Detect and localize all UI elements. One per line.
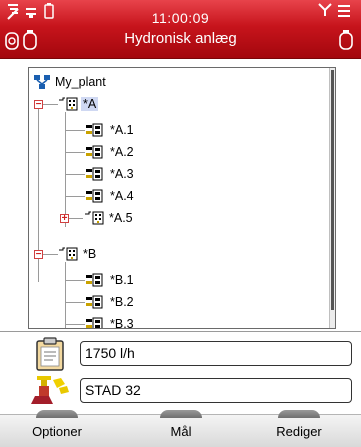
tree-connector bbox=[65, 262, 66, 328]
valve-icon bbox=[86, 166, 106, 182]
valve-icon bbox=[86, 188, 106, 204]
tree-connector bbox=[65, 130, 85, 131]
softkey-options[interactable]: Optioner bbox=[10, 424, 104, 439]
tree-node-valve[interactable]: *A.4 bbox=[86, 185, 136, 207]
tree-node-valve[interactable]: *B.3 bbox=[86, 313, 136, 329]
valve-icon bbox=[86, 294, 106, 310]
plant-icon bbox=[33, 74, 51, 90]
page-title: Hydronisk anlæg bbox=[124, 30, 237, 47]
tree-root-label: My_plant bbox=[55, 75, 106, 89]
softkey-tab bbox=[278, 410, 320, 418]
tree-connector bbox=[65, 152, 85, 153]
softkey-target[interactable]: Mål bbox=[134, 424, 228, 439]
tree-node-label: *A.1 bbox=[110, 123, 134, 137]
group-icon bbox=[59, 246, 79, 262]
tree-node-label: *A.4 bbox=[110, 189, 134, 203]
scrollbar-thumb[interactable] bbox=[331, 70, 334, 310]
tree-node-valve[interactable]: *A.2 bbox=[86, 141, 136, 163]
tree-node-label: *A.5 bbox=[109, 211, 133, 225]
tree-connector bbox=[65, 324, 85, 325]
tree-scrollbar[interactable] bbox=[329, 68, 335, 328]
tree-node-valve[interactable]: *A.1 bbox=[86, 119, 136, 141]
tree-node-label: *B.1 bbox=[110, 273, 134, 287]
tree-root[interactable]: My_plant bbox=[33, 71, 108, 93]
group-icon bbox=[59, 96, 79, 112]
tree-node-label: *B bbox=[83, 247, 97, 261]
tree-node-label: *A bbox=[81, 97, 99, 111]
divider bbox=[0, 331, 361, 332]
softkey-tab bbox=[160, 410, 202, 418]
softkey-edit[interactable]: Rediger bbox=[252, 424, 346, 439]
valve-icon bbox=[86, 272, 106, 288]
header-bar: 11:00:09 Hydronisk anlæg bbox=[0, 0, 361, 59]
plant-tree[interactable]: − + − My_plant *A *A.1 *A.2 *A.3 *A.4 *A… bbox=[28, 67, 336, 329]
valve-icon bbox=[86, 122, 106, 138]
tree-connector bbox=[65, 174, 85, 175]
tree-node-label: *A.3 bbox=[110, 167, 134, 181]
collapse-toggle[interactable]: − bbox=[34, 250, 43, 260]
softkey-bar: Optioner Mål Rediger bbox=[0, 410, 361, 447]
tree-node-label: *B.3 bbox=[110, 317, 134, 329]
collapse-toggle[interactable]: − bbox=[34, 100, 43, 110]
flow-field[interactable]: 1750 l/h bbox=[80, 341, 352, 366]
tree-node-label: *A.2 bbox=[110, 145, 134, 159]
valve-field[interactable]: STAD 32 bbox=[80, 378, 352, 403]
tree-node-group[interactable]: *B bbox=[59, 243, 98, 265]
valve-icon bbox=[86, 144, 106, 160]
tree-connector bbox=[65, 196, 85, 197]
tree-node-valve[interactable]: *B.2 bbox=[86, 291, 136, 313]
softkey-tab bbox=[36, 410, 78, 418]
tree-node-group[interactable]: *A.5 bbox=[85, 207, 135, 229]
tree-connector bbox=[65, 280, 85, 281]
clipboard-icon bbox=[33, 337, 67, 371]
clock-time: 11:00:09 bbox=[151, 10, 210, 26]
tree-node-valve[interactable]: *B.1 bbox=[86, 269, 136, 291]
tree-node-valve[interactable]: *A.3 bbox=[86, 163, 136, 185]
valve-tool-icon bbox=[31, 374, 71, 406]
valve-icon bbox=[86, 316, 106, 328]
tree-connector bbox=[69, 218, 83, 219]
tree-connector bbox=[65, 302, 85, 303]
expand-toggle[interactable]: + bbox=[60, 214, 69, 224]
tree-node-group[interactable]: *A bbox=[59, 93, 99, 115]
group-icon bbox=[85, 210, 105, 226]
tree-node-label: *B.2 bbox=[110, 295, 134, 309]
